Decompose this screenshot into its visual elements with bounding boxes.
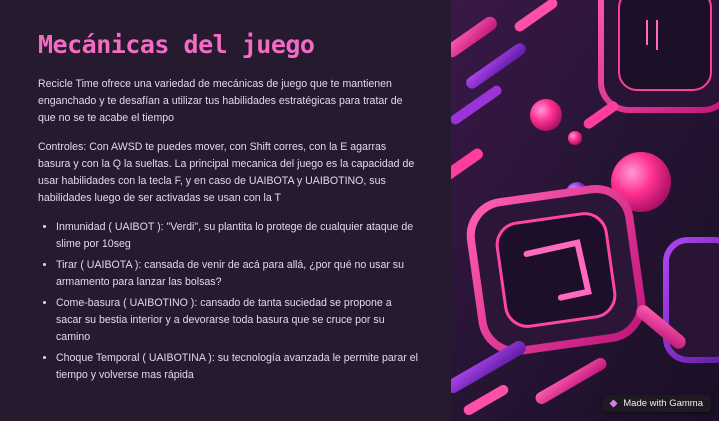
list-item: Tirar ( UAIBOTA ): cansada de venir de a…: [56, 257, 418, 291]
text-column: Mecánicas del juego Recicle Time ofrece …: [38, 30, 418, 388]
mechanics-list: Inmunidad ( UAIBOT ): "Verdi", su planti…: [38, 219, 418, 384]
made-with-gamma-badge[interactable]: Made with Gamma: [603, 395, 711, 412]
decorative-artwork: [451, 0, 719, 421]
slide-title: Mecánicas del juego: [38, 30, 315, 59]
intro-paragraph: Recicle Time ofrece una variedad de mecá…: [38, 78, 403, 124]
abstract-neon-shapes-image: [451, 0, 719, 421]
list-item: Choque Temporal ( UAIBOTINA ): su tecnol…: [56, 350, 418, 384]
list-item: Come-basura ( UAIBOTINO ): cansado de ta…: [56, 295, 418, 346]
slide: Mecánicas del juego Recicle Time ofrece …: [0, 0, 719, 421]
badge-label: Made with Gamma: [623, 398, 703, 409]
gamma-logo-icon: [609, 399, 618, 408]
list-item: Inmunidad ( UAIBOT ): "Verdi", su planti…: [56, 219, 418, 253]
controls-paragraph: Controles: Con AWSD te puedes mover, con…: [38, 141, 415, 204]
